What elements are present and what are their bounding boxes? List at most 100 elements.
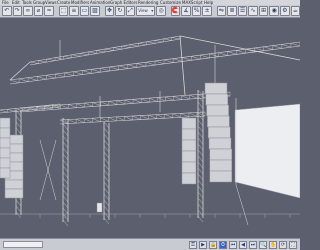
spinner-snap-icon[interactable]: ± xyxy=(202,6,212,16)
select-name-icon[interactable]: ≡ xyxy=(69,6,79,16)
roof-front-truss-lacing xyxy=(73,71,83,75)
roof-mid-truss-lacing xyxy=(60,104,69,109)
line-array-right-cabinet xyxy=(209,170,233,183)
coordinate-field[interactable] xyxy=(3,241,43,248)
redo-icon[interactable]: ↷ xyxy=(12,6,23,16)
angle-snap-icon[interactable]: ∡ xyxy=(181,6,191,16)
roof-left-truss-lacing xyxy=(29,106,38,110)
lower-cross-truss-lacing xyxy=(180,113,189,118)
tower-mid-brace xyxy=(103,163,110,171)
time-icon[interactable]: ⏱ xyxy=(219,240,227,249)
roof-front-truss-lacing xyxy=(28,77,38,81)
lower-cross-truss-lacing xyxy=(84,118,93,123)
lower-cross-truss-lacing xyxy=(148,114,157,119)
select-icon[interactable]: ⬚ xyxy=(58,6,69,16)
roof-left-truss-lacing xyxy=(7,109,16,112)
side-fill-cabinet xyxy=(181,139,197,152)
roof-top-truss-lacing xyxy=(121,45,131,48)
render-icon[interactable]: ☕ xyxy=(290,6,301,16)
lower-cross-truss-lacing xyxy=(164,114,173,118)
align-icon[interactable]: ≣ xyxy=(227,6,237,16)
material-icon[interactable]: ◉ xyxy=(269,6,279,16)
prev-frame-icon[interactable]: ⏮ xyxy=(229,240,237,249)
tower-mid-left-brace xyxy=(62,153,69,161)
tower-mid-left-brace xyxy=(62,141,69,149)
tower-right-brace xyxy=(197,101,204,109)
layer-icon[interactable]: ☰ xyxy=(237,6,248,16)
reference-coord-label: View xyxy=(138,8,148,13)
tower-mid-left-brace xyxy=(62,117,69,125)
roof-mid-truss-lacing xyxy=(116,100,126,105)
status-bar: ⚿ ▶ 🔒 ⏱ ⏮ ◀ ⏭ 🔍 ✋ ⟳ ⛶ xyxy=(0,238,300,250)
percent-snap-icon[interactable]: % xyxy=(191,6,202,16)
pivot-icon[interactable]: ◎ xyxy=(156,6,166,16)
roof-mid-truss-lacing xyxy=(76,103,85,108)
toolbar-separator xyxy=(55,6,58,16)
rotate-icon[interactable]: ↻ xyxy=(115,6,125,16)
line-array-far-left-cabinet xyxy=(0,167,11,179)
mirror-icon[interactable]: ⇋ xyxy=(216,6,227,16)
reference-coord-dropdown[interactable]: View ▾ xyxy=(136,6,156,16)
roof-front-truss-lacing xyxy=(82,70,92,74)
tower-mid-brace xyxy=(103,139,110,147)
region-icon[interactable]: ▭ xyxy=(79,6,90,16)
tower-right-brace xyxy=(197,95,204,103)
move-icon[interactable]: ✥ xyxy=(104,6,115,16)
tower-mid-brace xyxy=(103,133,110,141)
side-fill-cabinet xyxy=(181,128,197,141)
roof-mid-truss-lacing xyxy=(124,99,134,104)
schematic-icon[interactable]: ⊞ xyxy=(258,6,269,16)
crossing-icon[interactable]: ▨ xyxy=(90,6,100,16)
lower-cross-truss-lacing xyxy=(140,115,149,120)
roof-top-truss-lacing xyxy=(113,47,122,50)
roof-front-truss-lacing xyxy=(191,56,201,60)
roof-mid-truss-lacing xyxy=(100,101,109,106)
tower-right-brace xyxy=(197,167,204,175)
roof-front-truss-lacing xyxy=(100,67,110,72)
link-icon[interactable]: ∞ xyxy=(23,6,33,16)
unlink-icon[interactable]: ⌀ xyxy=(33,6,44,16)
roof-front-truss-lacing xyxy=(164,59,174,63)
tower-right-brace xyxy=(197,185,204,193)
tower-mid-left-brace xyxy=(62,147,69,155)
maximize-icon[interactable]: ⛶ xyxy=(289,240,297,249)
lower-cross-truss-lacing xyxy=(67,119,77,124)
ground-prop xyxy=(96,202,103,213)
key-icon[interactable]: ⚿ xyxy=(189,240,197,249)
play-back-icon[interactable]: ◀ xyxy=(239,240,247,249)
tower-mid-left-brace xyxy=(62,171,69,179)
tower-mid-brace xyxy=(103,121,110,129)
lock-icon[interactable]: 🔒 xyxy=(209,240,217,249)
roof-top-truss-lacing xyxy=(54,57,64,60)
roof-mid-truss-lacing xyxy=(141,98,150,103)
screen-support xyxy=(235,184,249,226)
pan-icon[interactable]: ✋ xyxy=(269,240,277,249)
next-frame-icon[interactable]: ⏭ xyxy=(249,240,257,249)
tower-right-brace xyxy=(197,179,204,187)
line-array-far-left-cabinet xyxy=(0,137,11,149)
roof-front-truss-lacing xyxy=(127,64,137,68)
tower-mid-brace xyxy=(103,193,110,201)
undo-icon[interactable]: ↶ xyxy=(2,6,12,16)
line-array-right-cabinet xyxy=(208,137,232,150)
tower-left-brace xyxy=(15,211,22,219)
roof-top-truss-lacing xyxy=(96,50,106,53)
roof-front-truss-lacing xyxy=(290,42,300,47)
perspective-viewport[interactable] xyxy=(0,18,300,238)
snap-icon[interactable]: 🧲 xyxy=(170,6,181,16)
tower-mid-brace xyxy=(103,151,110,159)
bind-icon[interactable]: ≈ xyxy=(44,6,54,16)
roof-mid-truss-lacing xyxy=(173,96,182,100)
tower-mid-left-brace xyxy=(62,213,69,221)
lower-cross-truss-lacing xyxy=(100,117,109,122)
zoom-icon[interactable]: 🔍 xyxy=(259,240,267,249)
roof-front-truss-lacing xyxy=(200,54,210,59)
render-setup-icon[interactable]: ⚙ xyxy=(279,6,290,16)
scale-icon[interactable]: ⤢ xyxy=(125,6,136,16)
play-icon[interactable]: ▶ xyxy=(199,240,207,249)
main-toolbar: ↶ ↷ ∞ ⌀ ≈ ⬚ ≡ ▭ ▨ ✥ ↻ ⤢ View ▾ ◎ 🧲 ∡% ± ⇋ ≣ ☰ ∿ ⊞ ◉ ⚙ ☕ xyxy=(0,5,301,18)
tower-right-brace xyxy=(197,137,204,145)
orbit-icon[interactable]: ⟳ xyxy=(279,240,287,249)
tower-mid-brace xyxy=(103,127,110,135)
curve-icon[interactable]: ∿ xyxy=(248,6,258,16)
